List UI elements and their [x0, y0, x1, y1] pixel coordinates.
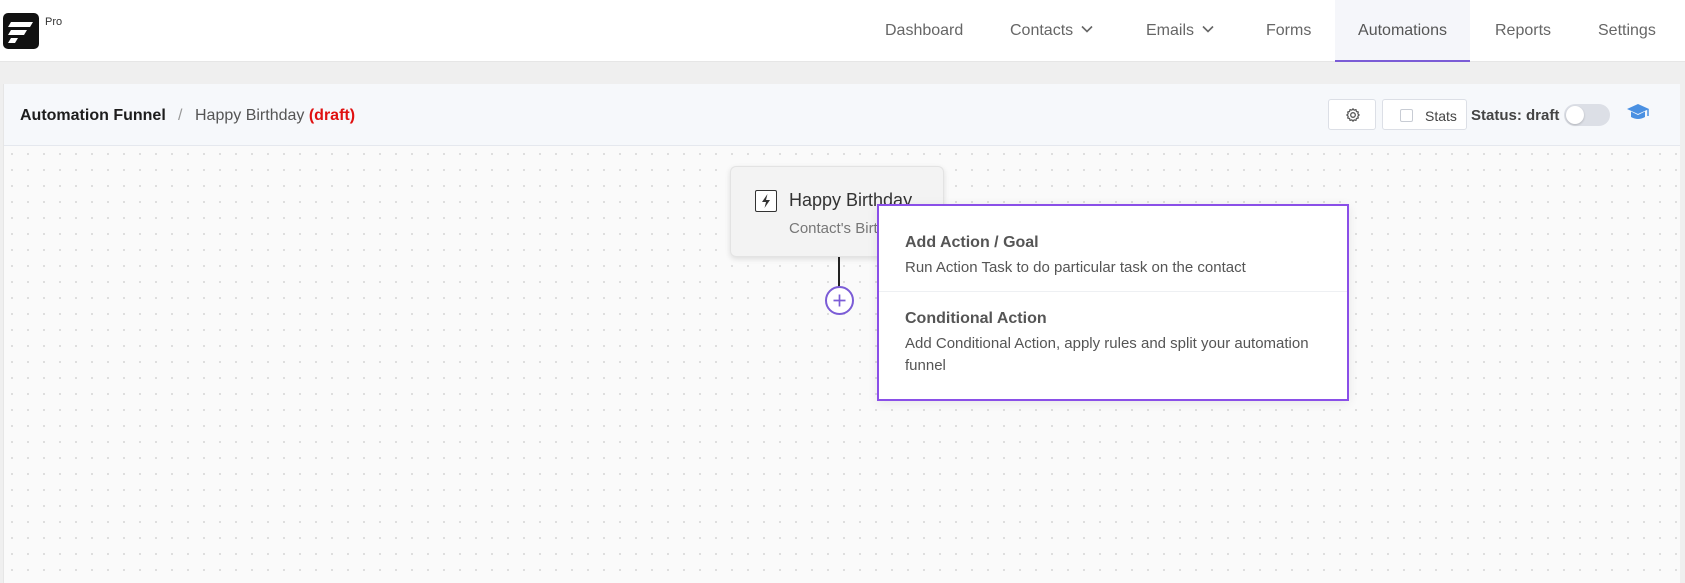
draft-label: (draft)	[308, 107, 356, 124]
toggle-knob	[1566, 106, 1584, 124]
add-step-menu: Add Action / Goal Run Action Task to do …	[877, 204, 1349, 401]
pro-badge: Pro	[45, 16, 63, 28]
nav-dashboard[interactable]: Dashboard	[885, 0, 963, 62]
connector-line	[838, 257, 840, 287]
menu-item-conditional-action[interactable]: Conditional Action Add Conditional Actio…	[879, 292, 1347, 399]
stats-label: Stats	[1425, 108, 1457, 124]
graduation-cap-icon[interactable]	[1626, 102, 1650, 129]
nav-settings[interactable]: Settings	[1598, 0, 1656, 62]
menu-item-add-action[interactable]: Add Action / Goal Run Action Task to do …	[879, 206, 1347, 292]
checkbox-icon[interactable]	[1400, 109, 1413, 122]
menu-item-description: Run Action Task to do particular task on…	[905, 259, 1246, 276]
breadcrumb-current: Happy Birthday (draft)	[195, 107, 355, 125]
funnel-toolbar: Automation Funnel / Happy Birthday (draf…	[4, 84, 1680, 146]
menu-item-title: Conditional Action	[905, 310, 1047, 327]
stats-toggle-button[interactable]: Stats	[1382, 99, 1467, 130]
menu-item-description: Add Conditional Action, apply rules and …	[905, 335, 1309, 374]
nav-forms[interactable]: Forms	[1266, 0, 1311, 62]
breadcrumb-root[interactable]: Automation Funnel	[20, 107, 166, 125]
nav-contacts[interactable]: Contacts	[1010, 0, 1093, 62]
nav-reports[interactable]: Reports	[1495, 0, 1551, 62]
menu-item-title: Add Action / Goal	[905, 234, 1039, 251]
funnel-name: Happy Birthday	[195, 107, 305, 124]
status-label: Status: draft	[1471, 107, 1560, 124]
lightning-bolt-icon	[755, 190, 777, 212]
add-step-button[interactable]	[825, 286, 854, 315]
status-toggle-switch[interactable]	[1564, 104, 1610, 126]
chevron-down-icon	[1081, 0, 1093, 60]
funnel-settings-button[interactable]	[1328, 99, 1376, 130]
nav-emails[interactable]: Emails	[1146, 0, 1214, 62]
logo-icon[interactable]	[3, 13, 39, 49]
nav-automations[interactable]: Automations	[1335, 0, 1470, 62]
top-navigation: Pro Dashboard Contacts Emails Forms Auto…	[0, 0, 1685, 62]
breadcrumb-separator: /	[178, 107, 183, 124]
chevron-down-icon	[1202, 0, 1214, 60]
automation-panel: Automation Funnel / Happy Birthday (draf…	[3, 84, 1680, 583]
